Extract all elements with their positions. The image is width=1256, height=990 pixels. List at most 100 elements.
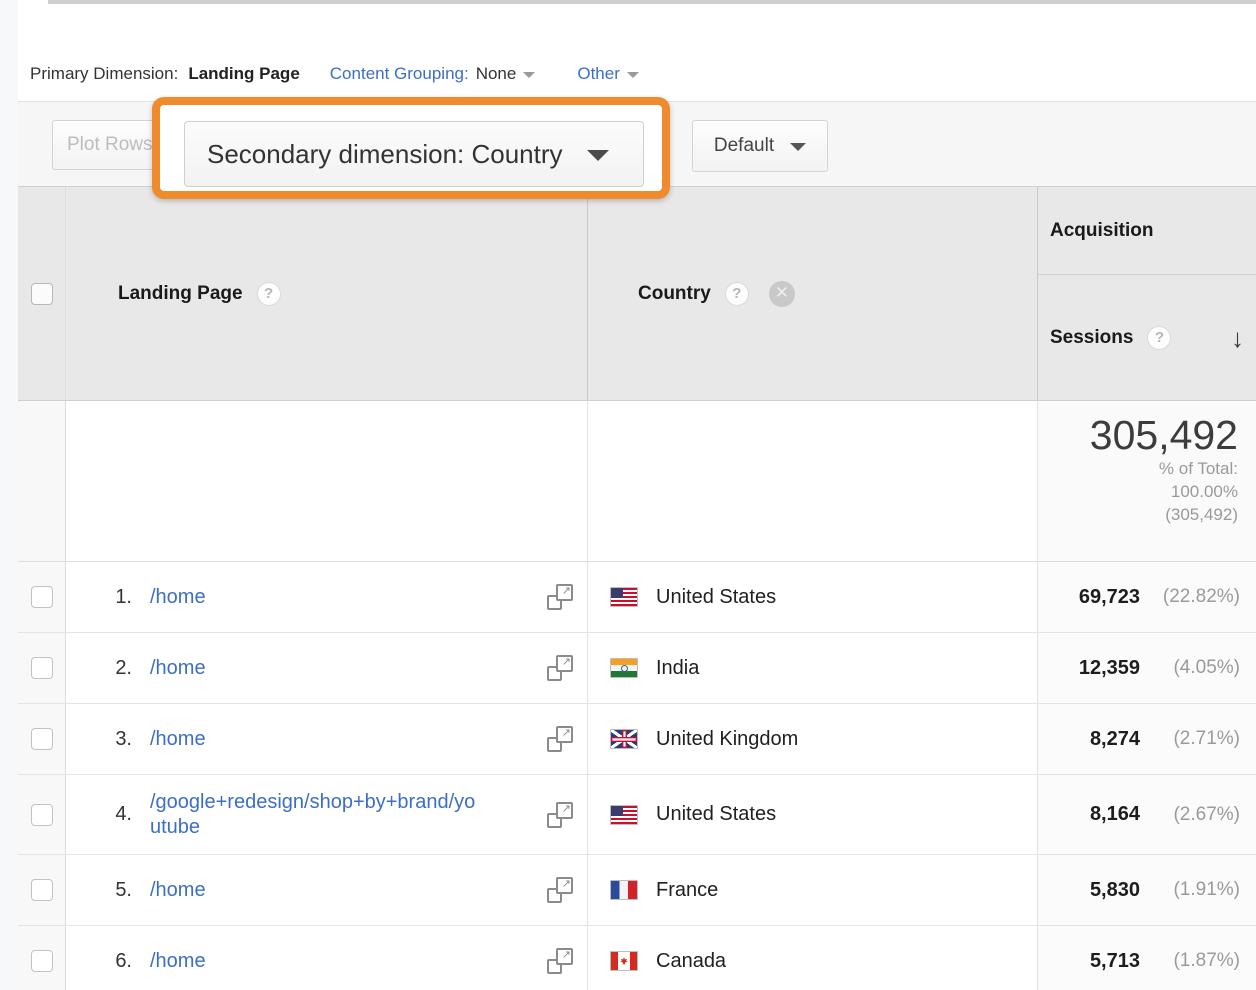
country-header[interactable]: Country ? ✕ <box>588 187 1038 400</box>
default-view-label: Default <box>714 135 774 157</box>
country-flag-icon <box>610 951 638 971</box>
landing-page-link[interactable]: /google+redesign/shop+by+brand/youtube <box>150 790 480 840</box>
sessions-percent: (2.71%) <box>1154 728 1240 750</box>
sessions-percent: (1.87%) <box>1154 950 1240 972</box>
landing-page-cell: 4. /google+redesign/shop+by+brand/youtube… <box>66 775 588 854</box>
landing-page-cell: 6. /home ↗ <box>66 926 588 990</box>
row-rank: 4. <box>88 803 132 826</box>
country-flag-icon <box>610 729 638 749</box>
primary-dimension-value[interactable]: Landing Page <box>188 64 299 84</box>
row-rank: 6. <box>88 950 132 973</box>
remove-secondary-dimension-icon[interactable]: ✕ <box>769 281 795 307</box>
row-rank: 5. <box>88 879 132 902</box>
country-cell: France <box>588 855 1038 925</box>
landing-page-header[interactable]: Landing Page ? <box>66 187 588 400</box>
sessions-cell: 5,713 (1.87%) <box>1038 926 1256 990</box>
row-checkbox[interactable] <box>31 950 53 972</box>
sort-descending-icon[interactable]: ↓ <box>1231 325 1244 351</box>
open-in-new-window-icon[interactable]: ↗ <box>547 584 573 610</box>
open-in-new-window-icon[interactable]: ↗ <box>547 802 573 828</box>
table-row: 4. /google+redesign/shop+by+brand/youtube… <box>18 775 1256 855</box>
chevron-down-icon <box>790 143 806 151</box>
country-flag-icon <box>610 805 638 825</box>
highlight-annotation: Secondary dimension: Country <box>152 97 670 199</box>
open-in-new-window-icon[interactable]: ↗ <box>547 726 573 752</box>
help-icon[interactable]: ? <box>725 282 749 306</box>
row-checkbox[interactable] <box>31 657 53 679</box>
country-cell: United States <box>588 562 1038 632</box>
landing-page-cell: 5. /home ↗ <box>66 855 588 925</box>
totals-landing-page-cell <box>66 401 588 561</box>
landing-page-link[interactable]: /home <box>150 656 206 681</box>
country-header-label: Country <box>638 283 711 305</box>
landing-page-link[interactable]: /home <box>150 878 206 903</box>
table-row: 2./home↗India12,359(4.05%) <box>18 633 1256 704</box>
chevron-down-icon[interactable] <box>627 72 639 78</box>
primary-dimension-bar: Primary Dimension: Landing Page Content … <box>18 46 1256 101</box>
country-cell: United Kingdom <box>588 704 1038 774</box>
help-icon[interactable]: ? <box>257 282 281 306</box>
country-cell: Canada <box>588 926 1038 990</box>
landing-page-link[interactable]: /home <box>150 949 206 974</box>
row-checkbox[interactable] <box>31 728 53 750</box>
totals-country-cell <box>588 401 1038 561</box>
row-checkbox[interactable] <box>31 879 53 901</box>
analytics-report-page: Primary Dimension: Landing Page Content … <box>0 0 1256 990</box>
landing-page-header-label: Landing Page <box>118 283 243 305</box>
open-in-new-window-icon[interactable]: ↗ <box>547 948 573 974</box>
country-flag-icon <box>610 880 638 900</box>
landing-page-link[interactable]: /home <box>150 727 206 752</box>
top-spacer <box>18 4 1256 46</box>
totals-pct-count: (305,492) <box>1038 505 1238 526</box>
sessions-value: 5,830 <box>1090 879 1140 902</box>
country-name: India <box>656 657 699 680</box>
acquisition-group-label-cell: Acquisition <box>1038 187 1256 275</box>
country-flag-icon <box>610 658 638 678</box>
help-icon[interactable]: ? <box>1147 326 1171 350</box>
secondary-dimension-label: Secondary dimension: Country <box>207 139 563 170</box>
country-cell: United States <box>588 775 1038 854</box>
table-row: 3./home↗United Kingdom8,274(2.71%) <box>18 704 1256 775</box>
table-row: 5. /home ↗ France 5,830 (1.91%) <box>18 855 1256 926</box>
table-header-row: Landing Page ? Country ? ✕ Acquisition S… <box>18 186 1256 401</box>
row-select-cell <box>18 926 66 990</box>
sessions-value: 5,713 <box>1090 950 1140 973</box>
table-totals-row: 305,492 % of Total: 100.00% (305,492) <box>18 401 1256 562</box>
open-in-new-window-icon[interactable]: ↗ <box>547 877 573 903</box>
table-row: 6. /home ↗ Canada 5,713 (1.87%) <box>18 926 1256 990</box>
select-all-checkbox[interactable] <box>31 283 53 305</box>
default-view-dropdown[interactable]: Default <box>692 120 828 172</box>
country-name: United States <box>656 803 776 826</box>
content-grouping-value[interactable]: None <box>476 64 517 84</box>
sessions-value: 8,164 <box>1090 803 1140 826</box>
open-in-new-window-icon[interactable]: ↗ <box>547 655 573 681</box>
country-name: United Kingdom <box>656 728 798 751</box>
row-select-cell <box>18 855 66 925</box>
sessions-header[interactable]: Sessions ? ↓ <box>1038 275 1256 400</box>
totals-sessions-cell: 305,492 % of Total: 100.00% (305,492) <box>1038 401 1256 561</box>
other-dropdown-label[interactable]: Other <box>577 64 620 84</box>
row-rank: 1. <box>88 586 132 609</box>
country-flag-icon <box>610 587 638 607</box>
totals-pct-label: % of Total: <box>1038 459 1238 480</box>
sessions-header-label: Sessions <box>1050 327 1133 349</box>
row-select-cell <box>18 633 66 703</box>
left-rail <box>0 0 18 990</box>
secondary-dimension-dropdown[interactable]: Secondary dimension: Country <box>184 121 644 187</box>
acquisition-header-label: Acquisition <box>1050 220 1153 242</box>
sessions-cell: 5,830 (1.91%) <box>1038 855 1256 925</box>
row-checkbox[interactable] <box>31 586 53 608</box>
landing-page-cell: 1. /home ↗ <box>66 562 588 632</box>
select-all-cell <box>18 187 66 400</box>
chevron-down-icon[interactable] <box>523 72 535 78</box>
sessions-percent: (22.82%) <box>1154 586 1240 608</box>
report-table: Landing Page ? Country ? ✕ Acquisition S… <box>18 186 1256 990</box>
sessions-percent: (2.67%) <box>1154 804 1240 826</box>
table-body: 1./home↗United States69,723(22.82%)2./ho… <box>18 562 1256 990</box>
sessions-percent: (1.91%) <box>1154 879 1240 901</box>
totals-sessions-value: 305,492 <box>1038 413 1238 457</box>
landing-page-cell: 3./home↗ <box>66 704 588 774</box>
landing-page-link[interactable]: /home <box>150 585 206 610</box>
row-checkbox[interactable] <box>31 804 53 826</box>
content-grouping-label[interactable]: Content Grouping: <box>330 64 469 84</box>
